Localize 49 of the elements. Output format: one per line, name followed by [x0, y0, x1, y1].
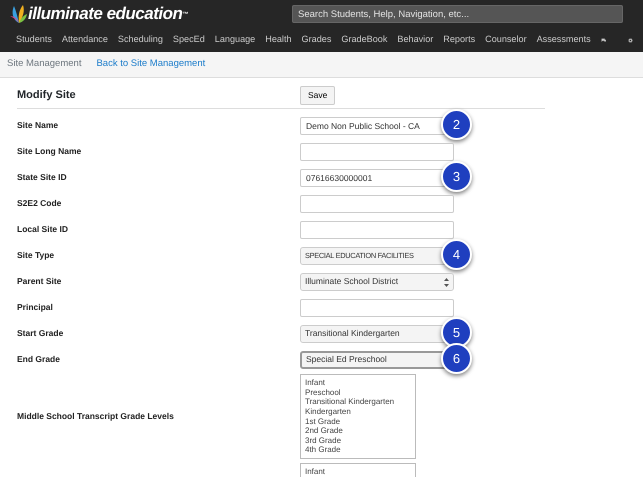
field-label: Site Name [17, 119, 60, 132]
list-option[interactable]: Kindergarten [305, 407, 411, 417]
list-option[interactable]: 3rd Grade [305, 436, 411, 446]
field-label: Principal [17, 301, 54, 314]
nav-link[interactable]: Health [265, 33, 292, 47]
save-button[interactable]: Save [300, 86, 336, 105]
field-label: Site Type [17, 249, 56, 262]
nav-link[interactable]: Students [16, 33, 52, 47]
list-option[interactable]: 2nd Grade [305, 426, 411, 436]
page-title: Site Management [7, 57, 82, 72]
field-label: Start Grade [17, 327, 64, 340]
search-field[interactable]: Search Students, Help, Navigation, etc... [292, 5, 623, 23]
nav-link[interactable]: SpecEd [172, 33, 205, 47]
list-option[interactable]: 1st Grade [305, 416, 411, 426]
list-option[interactable]: Preschool [305, 388, 411, 398]
field-label: Local Site ID [17, 223, 70, 236]
flame-logo-icon [10, 4, 28, 24]
logo[interactable]: illuminate education$^{™}$ [10, 1, 188, 27]
step-number-tooltip: 4 [441, 238, 472, 270]
input-field[interactable] [300, 142, 454, 161]
field-label: State Site ID [17, 171, 68, 184]
nav-link[interactable]: Reports [443, 33, 476, 47]
list-option[interactable]: Infant [305, 378, 411, 388]
nav-link[interactable]: Assessments [536, 33, 591, 47]
list-option[interactable]: 4th Grade [305, 445, 411, 455]
input-field[interactable] [300, 194, 454, 213]
field-label: Site Long Name [17, 145, 82, 158]
input-field[interactable] [300, 298, 454, 317]
nav-link[interactable]: Attendance [62, 33, 108, 47]
field-label: Middle School Transcript Grade Levels [17, 410, 175, 424]
field-label: S2E2 Code [17, 197, 62, 210]
nav-link[interactable]: Grades [302, 33, 332, 47]
step-number-tooltip: 2 [441, 108, 472, 140]
list-option[interactable]: Transitional Kindergarten [305, 397, 411, 408]
nav-link[interactable]: Counselor [485, 33, 527, 47]
chat-icon[interactable] [600, 36, 606, 44]
step-number-tooltip: 3 [441, 160, 472, 192]
nav-link[interactable]: Language [214, 33, 256, 47]
nav-link[interactable]: Scheduling [118, 33, 163, 47]
field-label: Parent Site [17, 275, 62, 288]
input-field[interactable] [300, 220, 454, 239]
nav-link[interactable]: GradeBook [341, 33, 388, 47]
dropdown[interactable]: Illuminate School District [300, 272, 454, 291]
nav-link[interactable]: Behavior [397, 33, 434, 47]
field-label: End Grade [17, 353, 61, 366]
form-title: Modify Site [17, 88, 77, 104]
step-number-tooltip: 6 [441, 342, 472, 374]
back-link[interactable]: Back to Site Management [96, 57, 206, 72]
settings-icon[interactable] [628, 36, 633, 44]
